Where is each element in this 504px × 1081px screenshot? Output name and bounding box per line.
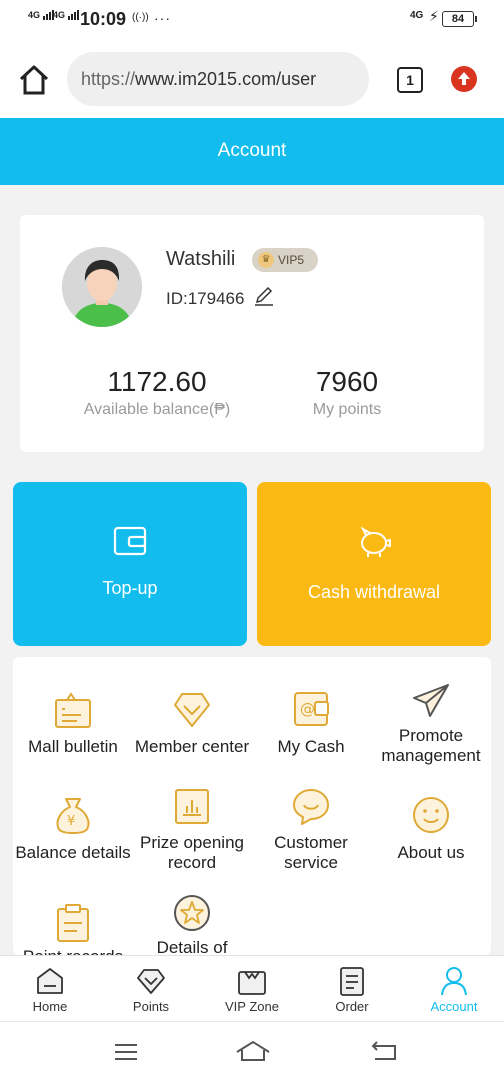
clipboard-icon [57, 904, 89, 942]
balance-value: 1172.60 [107, 366, 207, 397]
menu-panel: Mall bulletin Member center @ My Cash Pr… [13, 657, 491, 955]
nav-points[interactable]: Points [101, 956, 201, 1022]
star-circle-icon [174, 895, 210, 931]
vip-badge: ♛ VIP5 [252, 248, 318, 272]
upload-arrow-icon[interactable] [451, 66, 477, 92]
status-bar: 4G 4G 10:09 ((·)) ··· 4G ⚡ 84 [0, 0, 504, 40]
tab-switcher-button[interactable]: 1 [397, 67, 423, 93]
diamond-icon [174, 693, 210, 727]
menu-item-balance-details[interactable]: ¥ Balance details [13, 795, 133, 875]
url-scheme: https:// [81, 69, 136, 89]
topup-button[interactable]: Top-up [13, 482, 247, 646]
menu-item-point-records[interactable]: Point records [13, 903, 133, 955]
profile-card: Watshili ♛ VIP5 ID:179466 1172.60 Availab… [20, 215, 484, 452]
menu-label: Customer service [274, 833, 348, 872]
nav-label: Points [132, 999, 170, 1014]
home-icon [37, 968, 63, 994]
bulletin-icon [55, 692, 91, 728]
vip-box-icon [238, 971, 266, 995]
avatar[interactable] [62, 247, 142, 327]
piggy-bank-icon [360, 526, 391, 557]
charging-icon: ⚡ [429, 8, 439, 24]
chat-smile-icon [293, 789, 329, 825]
smile-icon [413, 797, 449, 833]
topup-label: Top-up [102, 578, 158, 598]
more-notifications-icon: ··· [154, 10, 171, 26]
user-id: ID:179466 [166, 289, 245, 308]
nav-label: Home [32, 999, 68, 1014]
menu-item-promote-management[interactable]: Promote management [371, 681, 491, 767]
system-navigation-bar [0, 1021, 504, 1081]
user-avatar-icon [62, 247, 142, 327]
menu-label: Point records [13, 947, 139, 955]
battery-icon: 84 [442, 11, 477, 27]
paper-plane-icon [413, 684, 449, 717]
menu-item-prize-opening-record[interactable]: Prize opening record [132, 787, 252, 877]
menu-label: About us [397, 843, 465, 862]
menu-label: Member center [134, 737, 250, 756]
withdraw-label: Cash withdrawal [307, 582, 441, 602]
vip-level: VIP5 [278, 253, 305, 267]
nav-label: Account [430, 999, 478, 1014]
svg-text:¥: ¥ [67, 814, 75, 829]
back-icon[interactable] [371, 1040, 397, 1062]
bottom-navigation: Home Points VIP Zone Order Account [0, 955, 504, 1022]
menu-item-about-us[interactable]: About us [371, 795, 491, 875]
page-title: Account [0, 118, 504, 185]
menu-item-member-center[interactable]: Member center [132, 687, 252, 767]
points-value: 7960 [315, 366, 379, 397]
user-icon [441, 967, 467, 996]
system-home-icon[interactable] [235, 1039, 271, 1063]
menu-label: Balance details [15, 843, 131, 862]
menu-label: Prize opening record [140, 833, 244, 872]
url-host: www.im2015.com/user [135, 69, 317, 89]
menu-item-mall-bulletin[interactable]: Mall bulletin [13, 687, 133, 767]
nav-account[interactable]: Account [404, 956, 504, 1022]
order-list-icon [340, 967, 364, 996]
menu-label: Promote management [381, 726, 481, 765]
menu-label: Details of [156, 938, 228, 955]
nav-home[interactable]: Home [0, 956, 100, 1022]
cash-withdrawal-button[interactable]: Cash withdrawal [257, 482, 491, 646]
url-field[interactable]: https://www.im2015.com/user [67, 52, 369, 106]
browser-home-icon[interactable] [18, 64, 50, 96]
nav-label: Order [335, 999, 369, 1014]
menu-item-customer-service[interactable]: Customer service [251, 787, 371, 877]
signal-1-label: 4G [28, 10, 41, 20]
menu-item-my-cash[interactable]: @ My Cash [251, 687, 371, 767]
wallet-icon [113, 526, 147, 556]
diamond-icon [137, 969, 165, 994]
wallet-at-icon: @ [294, 692, 329, 726]
menu-label: My Cash [277, 737, 345, 756]
signal-2-label: 4G [53, 10, 66, 20]
nav-label: VIP Zone [225, 999, 279, 1014]
browser-toolbar: https://www.im2015.com/user 1 [0, 40, 504, 118]
menu-lines-icon[interactable] [114, 1042, 138, 1062]
nav-vip-zone[interactable]: VIP Zone [202, 956, 302, 1022]
edit-pencil-icon[interactable] [254, 285, 274, 307]
nav-order[interactable]: Order [302, 956, 402, 1022]
clock: 10:09 [80, 9, 127, 29]
svg-text:@: @ [300, 700, 315, 718]
money-bag-icon: ¥ [56, 798, 90, 834]
balance-label: Available balance(₱) [83, 401, 231, 418]
menu-label: Mall bulletin [28, 737, 118, 756]
hotspot-icon: ((·)) [132, 12, 149, 23]
bar-chart-icon [175, 789, 209, 824]
signal-2-icon: 4G [53, 10, 80, 20]
menu-item-details[interactable]: Details of [132, 893, 252, 955]
points-label: My points [312, 401, 382, 418]
username: Watshili [166, 248, 236, 270]
signal-1-icon: 4G [28, 10, 55, 20]
network-indicator: 4G [410, 10, 424, 21]
crown-icon: ♛ [258, 252, 274, 268]
